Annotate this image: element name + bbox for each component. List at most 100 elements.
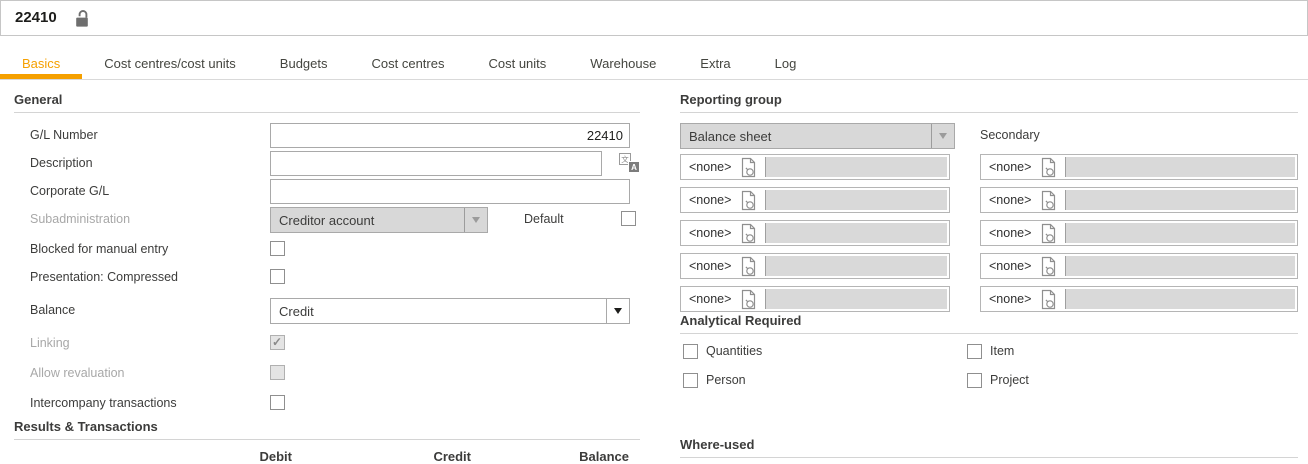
- debit-column-header: Debit: [170, 449, 292, 464]
- lookup-value-field: [1065, 157, 1295, 177]
- linking-row: Linking: [14, 331, 640, 357]
- subadministration-label: Subadministration: [30, 212, 130, 226]
- balance-row: Balance Credit: [14, 298, 640, 324]
- reporting-group-title: Reporting group: [680, 92, 1298, 113]
- description-input[interactable]: [270, 151, 602, 176]
- linking-checkbox: [270, 335, 285, 350]
- reporting-group-secondary-lookup-2: <none>: [980, 187, 1298, 213]
- corporate-gl-label: Corporate G/L: [30, 184, 109, 198]
- balance-label: Balance: [30, 303, 75, 317]
- tab-basics[interactable]: Basics: [0, 50, 82, 79]
- gl-number-input[interactable]: [270, 123, 630, 148]
- document-search-icon[interactable]: [1039, 223, 1058, 244]
- gl-number-label: G/L Number: [30, 128, 98, 142]
- tab-bar: Basics Cost centres/cost units Budgets C…: [0, 50, 1308, 80]
- item-label: Item: [990, 344, 1014, 358]
- allow-revaluation-label: Allow revaluation: [30, 366, 125, 380]
- balance-column-header: Balance: [507, 449, 629, 464]
- lookup-value-field: [1065, 223, 1295, 243]
- reporting-group-secondary-lookup-4: <none>: [980, 253, 1298, 279]
- presentation-compressed-row: Presentation: Compressed: [14, 265, 640, 291]
- item-checkbox[interactable]: [967, 344, 982, 359]
- reporting-group-primary-select: Balance sheet: [680, 123, 955, 149]
- corporate-gl-row: Corporate G/L: [14, 179, 640, 205]
- credit-column-header: Credit: [349, 449, 471, 464]
- reporting-group-section: Reporting group Balance sheet Secondary …: [680, 92, 1298, 113]
- secondary-label: Secondary: [980, 128, 1040, 142]
- tab-cost-centres[interactable]: Cost centres: [350, 50, 467, 79]
- document-search-icon[interactable]: [1039, 157, 1058, 178]
- lookup-value-field: [1065, 289, 1295, 309]
- where-used-title: Where-used: [680, 437, 1298, 458]
- quantities-label: Quantities: [706, 344, 762, 358]
- quantities-option: Quantities: [683, 342, 762, 360]
- subadministration-row: Subadministration Creditor account Defau…: [14, 207, 640, 233]
- lookup-value-field: [765, 190, 947, 210]
- item-option: Item: [967, 342, 1014, 360]
- project-checkbox[interactable]: [967, 373, 982, 388]
- linking-label: Linking: [30, 336, 70, 350]
- reporting-group-primary-lookup-5: <none>: [680, 286, 950, 312]
- lookup-value-field: [765, 223, 947, 243]
- blocked-manual-entry-row: Blocked for manual entry: [14, 237, 640, 263]
- account-number: 22410: [15, 1, 57, 35]
- chevron-down-icon: [464, 208, 487, 232]
- general-section: General G/L Number Description 文 A Corpo…: [14, 92, 640, 113]
- lookup-value-field: [765, 289, 947, 309]
- chevron-down-icon: [931, 124, 954, 148]
- intercompany-transactions-row: Intercompany transactions: [14, 391, 640, 417]
- translate-icon[interactable]: 文 A: [619, 153, 641, 174]
- description-row: Description 文 A: [14, 151, 640, 177]
- quantities-checkbox[interactable]: [683, 344, 698, 359]
- document-search-icon[interactable]: [739, 157, 758, 178]
- balance-select[interactable]: Credit: [270, 298, 630, 324]
- unlock-icon: [73, 9, 91, 29]
- chevron-down-icon[interactable]: [606, 299, 629, 323]
- reporting-group-secondary-lookup-3: <none>: [980, 220, 1298, 246]
- reporting-group-primary-lookup-3: <none>: [680, 220, 950, 246]
- document-search-icon[interactable]: [1039, 256, 1058, 277]
- corporate-gl-input[interactable]: [270, 179, 630, 204]
- reporting-group-primary-lookup-1: <none>: [680, 154, 950, 180]
- subadministration-select: Creditor account: [270, 207, 488, 233]
- intercompany-transactions-label: Intercompany transactions: [30, 396, 177, 410]
- blocked-manual-entry-label: Blocked for manual entry: [30, 242, 168, 256]
- lookup-value-field: [1065, 256, 1295, 276]
- general-section-title: General: [14, 92, 640, 113]
- project-option: Project: [967, 371, 1029, 389]
- project-label: Project: [990, 373, 1029, 387]
- person-checkbox[interactable]: [683, 373, 698, 388]
- results-column-headers: Debit Credit Balance: [14, 449, 640, 463]
- allow-revaluation-row: Allow revaluation: [14, 361, 640, 387]
- default-checkbox[interactable]: [621, 211, 636, 226]
- description-label: Description: [30, 156, 93, 170]
- analytical-required-title: Analytical Required: [680, 313, 1298, 334]
- tab-extra[interactable]: Extra: [678, 50, 752, 79]
- tab-log[interactable]: Log: [753, 50, 819, 79]
- document-search-icon[interactable]: [739, 223, 758, 244]
- tab-warehouse[interactable]: Warehouse: [568, 50, 678, 79]
- tab-budgets[interactable]: Budgets: [258, 50, 350, 79]
- lookup-value-field: [1065, 190, 1295, 210]
- results-transactions-title: Results & Transactions: [14, 419, 640, 440]
- reporting-group-secondary-lookup-1: <none>: [980, 154, 1298, 180]
- reporting-group-secondary-lookup-5: <none>: [980, 286, 1298, 312]
- person-option: Person: [683, 371, 746, 389]
- document-search-icon[interactable]: [1039, 190, 1058, 211]
- lookup-value-field: [765, 256, 947, 276]
- tab-cost-units[interactable]: Cost units: [466, 50, 568, 79]
- document-search-icon[interactable]: [1039, 289, 1058, 310]
- blocked-manual-entry-checkbox[interactable]: [270, 241, 285, 256]
- presentation-compressed-checkbox[interactable]: [270, 269, 285, 284]
- document-search-icon[interactable]: [739, 190, 758, 211]
- tab-cost-centres-cost-units[interactable]: Cost centres/cost units: [82, 50, 258, 79]
- reporting-group-primary-lookup-2: <none>: [680, 187, 950, 213]
- titlebar: 22410: [0, 0, 1308, 36]
- lookup-value-field: [765, 157, 947, 177]
- presentation-compressed-label: Presentation: Compressed: [30, 270, 178, 284]
- document-search-icon[interactable]: [739, 256, 758, 277]
- gl-number-row: G/L Number: [14, 123, 640, 149]
- intercompany-transactions-checkbox[interactable]: [270, 395, 285, 410]
- reporting-group-primary-lookup-4: <none>: [680, 253, 950, 279]
- document-search-icon[interactable]: [739, 289, 758, 310]
